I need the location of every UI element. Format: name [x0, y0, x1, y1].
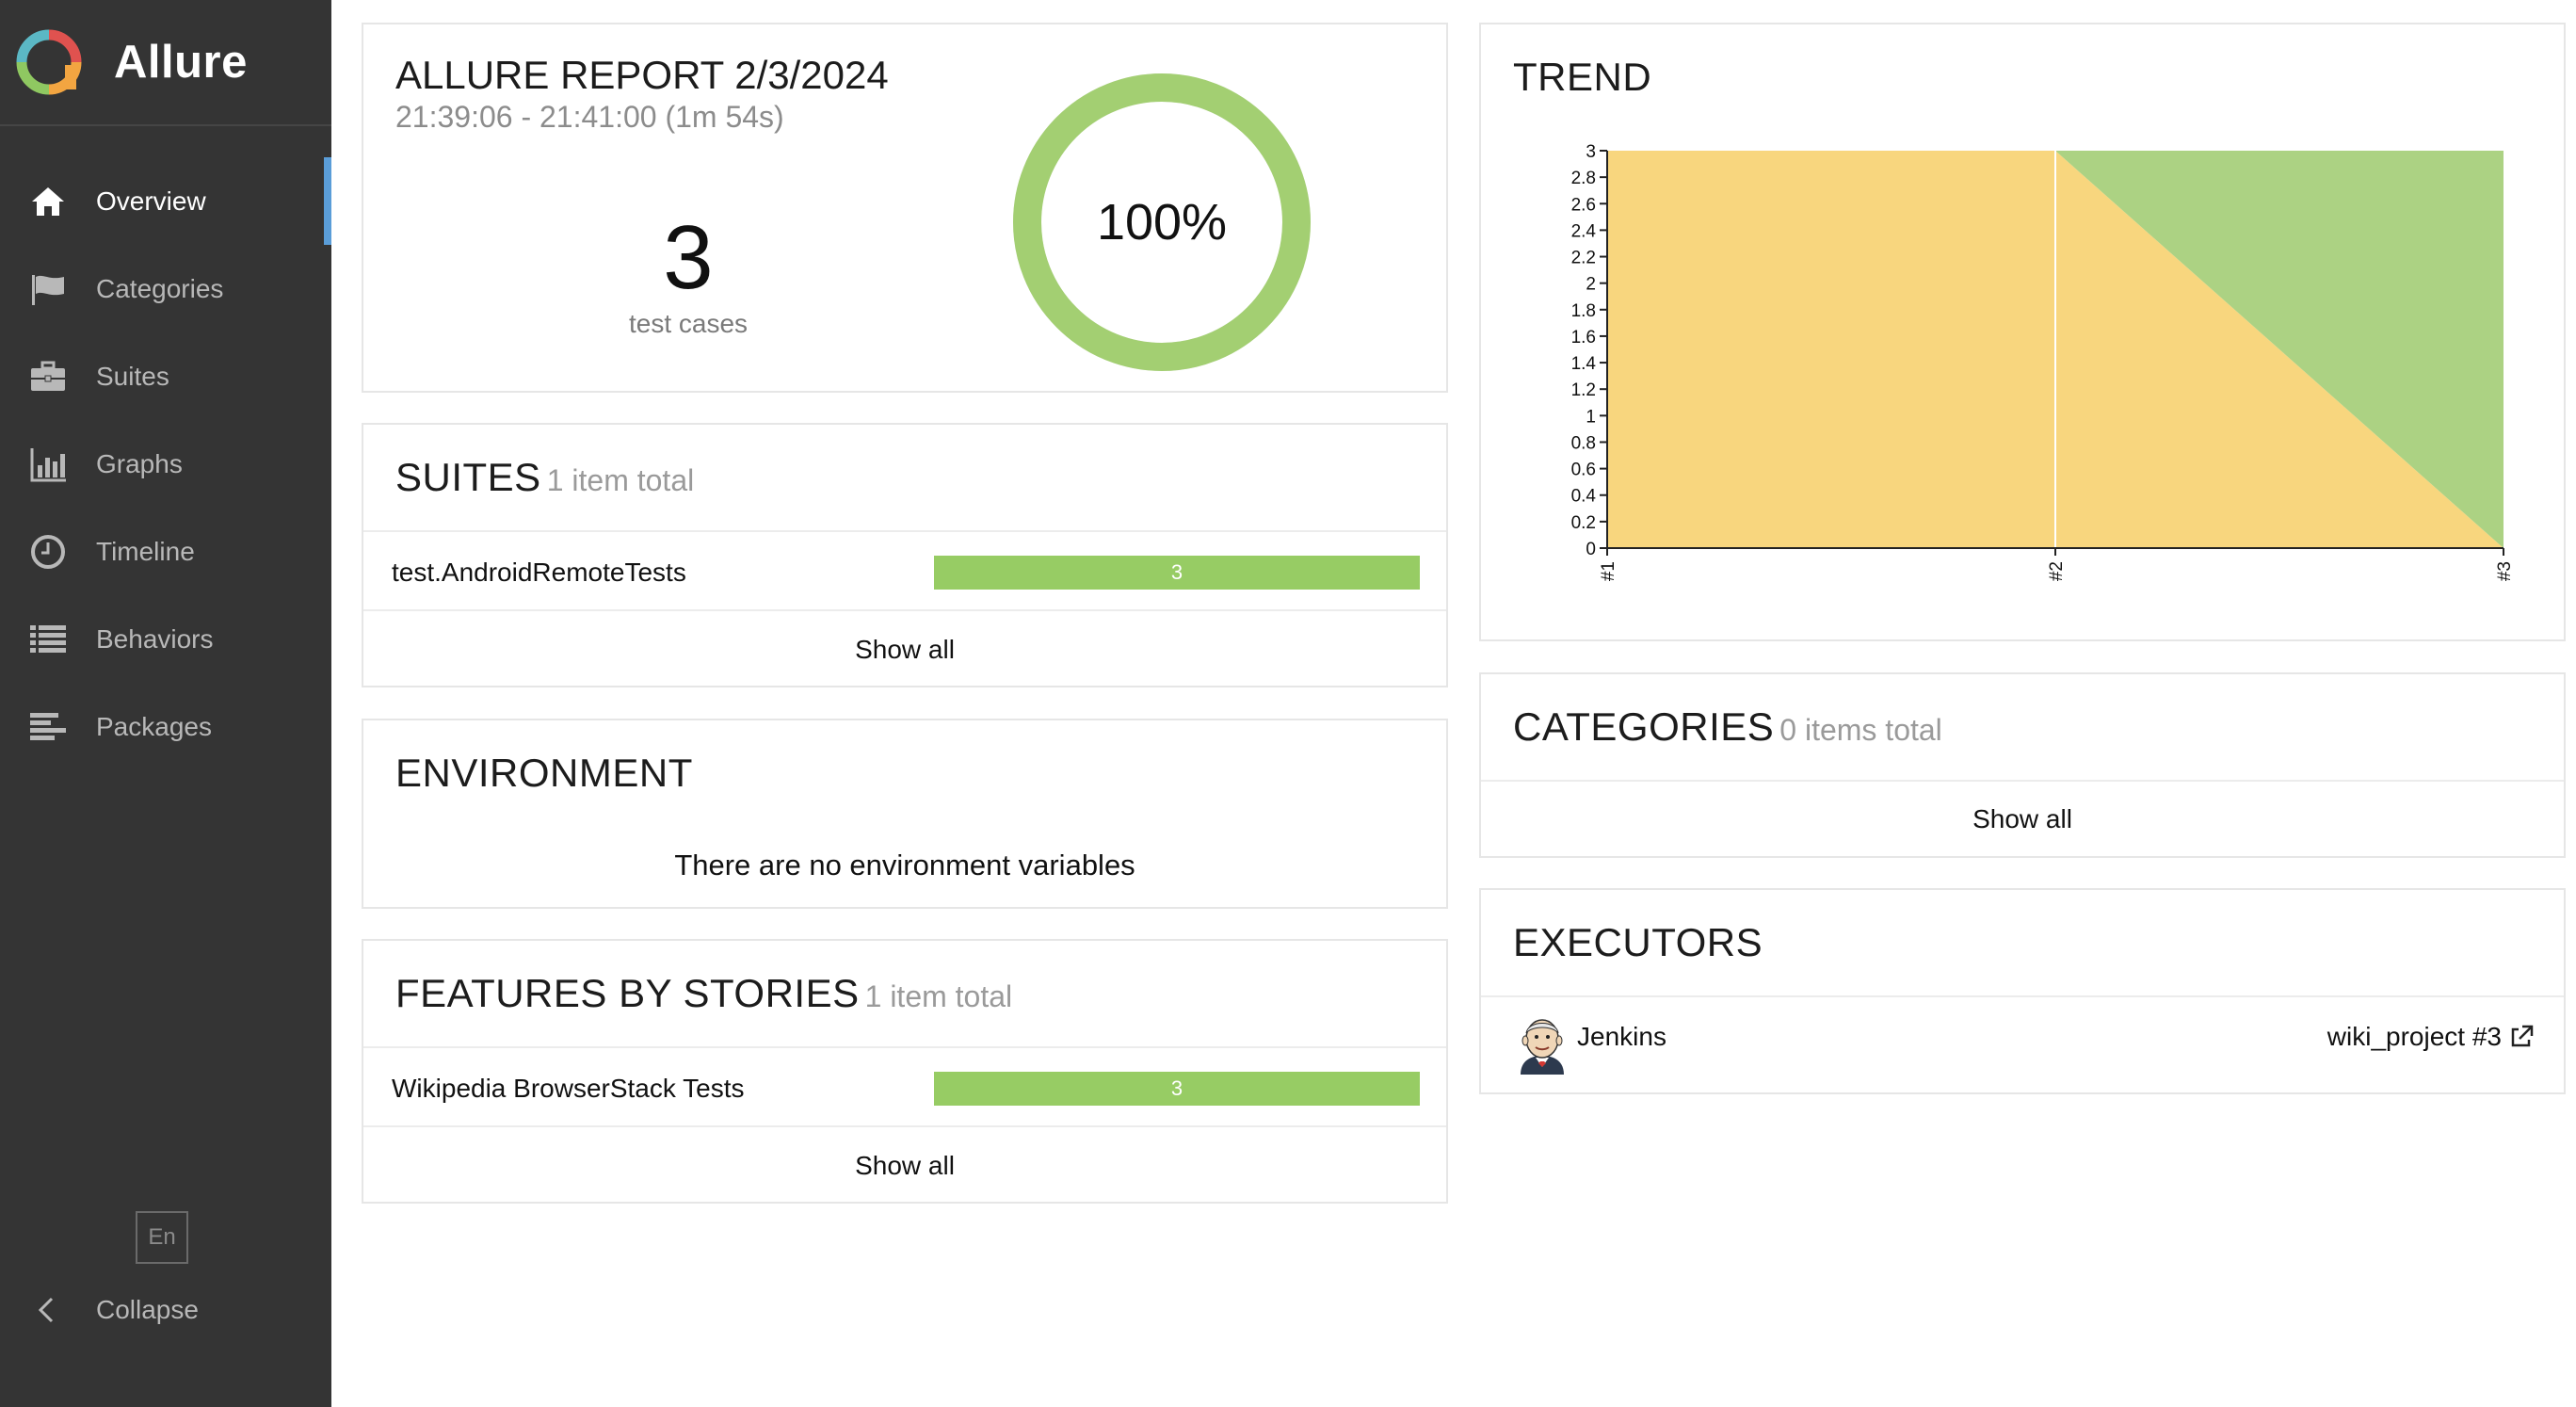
test-case-count-label: test cases [628, 309, 749, 338]
sidebar-item-timeline[interactable]: Timeline [0, 508, 331, 595]
trend-y-tick-label: 1.6 [1571, 328, 1596, 348]
environment-title: ENVIRONMENT [395, 751, 693, 795]
success-rate-label: 100% [1096, 194, 1228, 251]
flag-icon [28, 269, 68, 309]
report-time: 21:39:06 - 21:41:00 (1m 54s) [395, 100, 784, 134]
suites-title: SUITES [395, 455, 541, 499]
suite-name: test.AndroidRemoteTests [392, 558, 686, 587]
briefcase-icon [28, 357, 68, 396]
environment-empty-text: There are no environment variables [674, 849, 1135, 881]
sidebar-item-label: Graphs [96, 448, 183, 478]
suites-header: SUITES 1 item total [395, 455, 694, 500]
sidebar-nav: Overview Categories Suites Graphs Timeli… [0, 157, 331, 770]
categories-header: CATEGORIES 0 items total [1513, 704, 1942, 750]
features-header: FEATURES BY STORIES 1 item total [395, 971, 1012, 1016]
trend-y-tick-label: 2.2 [1571, 249, 1596, 268]
divider [363, 609, 1446, 611]
suites-show-all-link[interactable]: Show all [363, 635, 1446, 665]
trend-y-tick-label: 0 [1586, 540, 1596, 559]
trend-x-tick-label: #1 [1599, 561, 1618, 581]
features-widget: FEATURES BY STORIES 1 item total Wikiped… [362, 939, 1448, 1204]
sidebar-item-suites[interactable]: Suites [0, 332, 331, 420]
brand[interactable]: Allure [0, 0, 331, 126]
trend-y-tick-label: 0.4 [1571, 487, 1597, 507]
trend-y-tick-label: 0.8 [1571, 433, 1596, 453]
suites-subtitle: 1 item total [546, 463, 695, 497]
executor-build-link[interactable]: wiki_project #3 [2327, 1022, 2536, 1052]
categories-title: CATEGORIES [1513, 704, 1775, 749]
divider [1481, 780, 2564, 782]
report-title: ALLURE REPORT 2/3/2024 [395, 53, 889, 97]
collapse-label: Collapse [96, 1295, 199, 1324]
external-link-icon [2511, 1025, 2534, 1047]
divider [363, 1046, 1446, 1048]
brand-name: Allure [114, 37, 248, 88]
trend-y-tick-label: 2.8 [1571, 169, 1596, 188]
suite-status-bar[interactable]: 3 [934, 556, 1420, 590]
feature-name: Wikipedia BrowserStack Tests [392, 1074, 745, 1103]
sidebar-item-label: Packages [96, 711, 212, 741]
executor-name: Jenkins [1577, 1022, 1666, 1051]
home-icon [28, 182, 68, 221]
sidebar-item-packages[interactable]: Packages [0, 683, 331, 770]
trend-widget: TREND 0 0.2 0.4 0.6 0.8 1 1.2 1.4 1.6 1.8 2 2.2 2.4 2… [1479, 23, 2566, 641]
collapse-button[interactable]: Collapse [28, 1286, 199, 1334]
test-case-count: 3 [663, 207, 714, 308]
sidebar-item-label: Timeline [96, 536, 195, 566]
environment-header: ENVIRONMENT [395, 751, 693, 796]
divider [363, 530, 1446, 532]
categories-show-all-link[interactable]: Show all [1481, 804, 2564, 834]
bar-chart-icon [28, 445, 68, 484]
trend-y-tick-label: 1.2 [1571, 380, 1596, 400]
features-show-all-link[interactable]: Show all [363, 1151, 1446, 1181]
list-icon [28, 620, 68, 659]
trend-x-tick-label: #3 [2495, 561, 2515, 581]
sidebar-item-label: Overview [96, 186, 206, 216]
language-switcher[interactable]: En [136, 1211, 188, 1264]
features-title: FEATURES BY STORIES [395, 971, 860, 1015]
clock-icon [28, 532, 68, 572]
trend-y-tick-label: 0.6 [1571, 461, 1596, 480]
suites-widget: SUITES 1 item total test.AndroidRemoteTe… [362, 423, 1448, 687]
trend-y-tick-label: 1.8 [1571, 301, 1596, 321]
sidebar-item-graphs[interactable]: Graphs [0, 420, 331, 508]
executors-title: EXECUTORS [1513, 920, 1763, 964]
trend-y-tick-label: 1 [1586, 407, 1596, 427]
environment-widget: ENVIRONMENT There are no environment var… [362, 719, 1448, 909]
executors-widget: EXECUTORS Jenkins wiki_project #3 [1479, 888, 2566, 1094]
sidebar-item-label: Behaviors [96, 623, 214, 654]
jenkins-avatar-icon [1521, 1019, 1564, 1075]
sidebar-item-label: Categories [96, 273, 224, 303]
trend-y-tick-label: 1.4 [1571, 354, 1597, 374]
trend-y-tick-label: 0.2 [1571, 513, 1596, 533]
summary-widget: ALLURE REPORT 2/3/2024 21:39:06 - 21:41:… [362, 23, 1448, 393]
divider [1481, 995, 2564, 997]
sidebar: Allure Overview Categories Suites Graphs [0, 0, 331, 1407]
trend-y-tick-label: 2 [1586, 275, 1596, 295]
feature-status-bar[interactable]: 3 [934, 1072, 1420, 1106]
sidebar-item-behaviors[interactable]: Behaviors [0, 595, 331, 683]
categories-subtitle: 0 items total [1779, 713, 1942, 747]
trend-chart[interactable]: 0 0.2 0.4 0.6 0.8 1 1.2 1.4 1.6 1.8 2 2.2 2.4 2.6 2.8 3… [1481, 24, 2564, 639]
categories-widget: CATEGORIES 0 items total Show all [1479, 672, 2566, 858]
trend-y-tick-label: 2.6 [1571, 195, 1596, 215]
trend-y-tick-label: 3 [1586, 142, 1596, 162]
trend-y-tick-label: 2.4 [1571, 221, 1597, 241]
sidebar-item-overview[interactable]: Overview [0, 157, 331, 245]
executors-header: EXECUTORS [1513, 920, 1763, 965]
chevron-left-icon [28, 1290, 68, 1330]
executor-build-label: wiki_project #3 [2326, 1022, 2502, 1051]
align-left-icon [28, 707, 68, 747]
sidebar-item-label: Suites [96, 361, 169, 391]
trend-x-tick-label: #2 [2047, 561, 2067, 581]
features-subtitle: 1 item total [864, 979, 1013, 1013]
sidebar-item-categories[interactable]: Categories [0, 245, 331, 332]
divider [363, 1125, 1446, 1127]
allure-logo-icon [16, 29, 82, 95]
